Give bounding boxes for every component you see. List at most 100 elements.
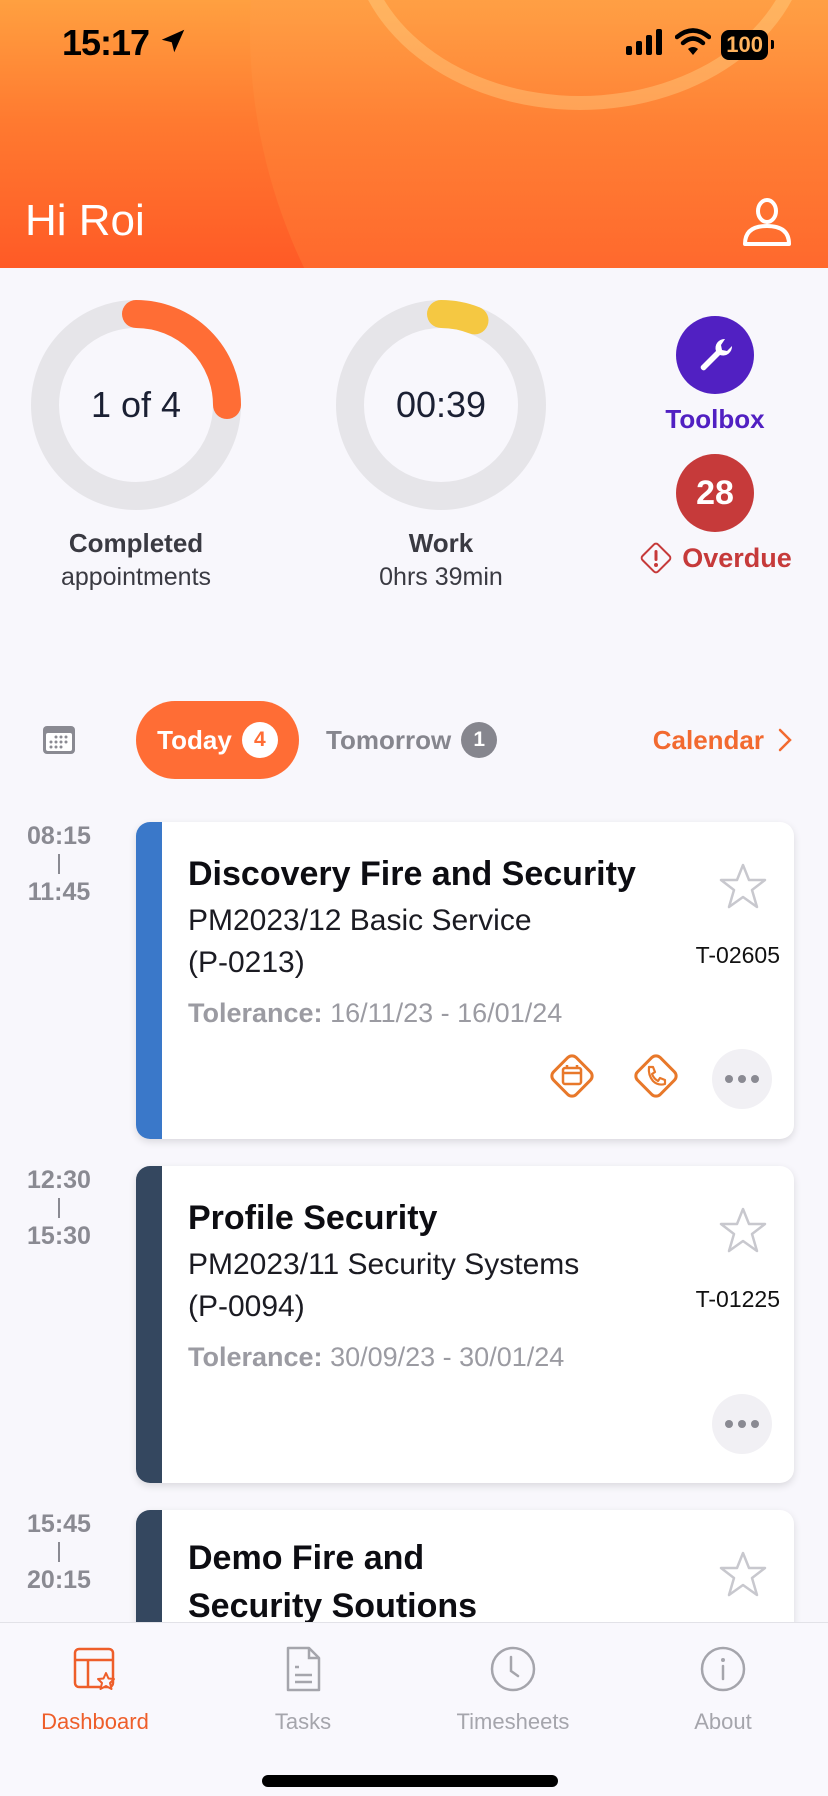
more-options-button[interactable] [712, 1048, 772, 1109]
card-ref: T-01225 [695, 1286, 780, 1312]
home-indicator[interactable] [262, 1775, 558, 1787]
card-ref: T-02605 [695, 942, 780, 968]
more-icon-dot [725, 1420, 733, 1428]
nav-dashboard[interactable]: Dashboard [10, 1639, 180, 1735]
info-icon [638, 1639, 808, 1699]
card-subtitle-line1: PM2023/12 Basic Service [188, 904, 532, 937]
completed-value: 1 of 4 [90, 384, 182, 425]
tab-today[interactable]: Today 4 [136, 701, 299, 779]
chevron-right-icon [778, 728, 792, 752]
work-stat[interactable]: 00:39 Work 0hrs 39min [336, 300, 546, 592]
more-icon-dot [751, 1074, 759, 1083]
card-accent [136, 822, 162, 1139]
star-icon[interactable] [718, 1550, 768, 1603]
nav-about[interactable]: About [638, 1639, 808, 1735]
card-tolerance: Tolerance: 16/11/23 - 16/01/24 [188, 998, 562, 1029]
date-tabs: Today 4 Tomorrow 1 Calendar [0, 700, 828, 780]
profile-button[interactable] [740, 198, 794, 248]
card-accent [136, 1166, 162, 1483]
tolerance-label: Tolerance: [188, 998, 323, 1028]
card-title: Demo Fire and Security Soutions [188, 1534, 688, 1630]
document-icon [218, 1639, 388, 1699]
overdue-button[interactable]: 28 Overdue [630, 454, 800, 576]
more-icon-dot [738, 1074, 746, 1083]
overdue-label: Overdue [682, 542, 792, 573]
completed-sublabel: appointments [60, 563, 212, 591]
calendar-link[interactable]: Calendar [653, 701, 792, 779]
nav-label: Dashboard [41, 1709, 149, 1734]
card-subtitle: PM2023/11 Security Systems (P-0094) [188, 1244, 668, 1328]
overdue-label-row: Overdue [630, 540, 800, 576]
appointment-time: 15:45 20:15 [0, 1508, 118, 1596]
toolbox-label: Toolbox [665, 404, 765, 434]
card-subtitle: PM2023/12 Basic Service (P-0213) [188, 900, 668, 984]
overdue-count: 28 [676, 454, 754, 532]
more-icon-dot [738, 1420, 746, 1428]
appointment-card[interactable]: Profile Security PM2023/11 Security Syst… [136, 1166, 794, 1483]
toolbox-circle [676, 316, 754, 394]
completed-ring: 1 of 4 [31, 300, 241, 510]
end-time: 20:15 [27, 1566, 91, 1594]
clock-icon [428, 1639, 598, 1699]
appointment-time: 08:15 11:45 [0, 820, 118, 908]
more-icon-dot [725, 1074, 733, 1083]
card-actions [544, 1048, 772, 1109]
nav-label: Tasks [274, 1709, 332, 1734]
nav-tasks[interactable]: Tasks [218, 1639, 388, 1735]
card-tolerance: Tolerance: 30/09/23 - 30/01/24 [188, 1342, 564, 1373]
calendar-grid-icon[interactable] [42, 725, 76, 760]
start-time: 15:45 [27, 1510, 91, 1538]
more-options-button[interactable] [712, 1394, 772, 1454]
start-time: 08:15 [27, 822, 91, 850]
appointment-card[interactable]: Discovery Fire and Security PM2023/12 Ba… [136, 822, 794, 1139]
location-arrow-icon [158, 26, 188, 61]
wrench-icon [700, 338, 733, 371]
card-title-line1: Demo Fire and [188, 1539, 425, 1577]
battery-indicator: 100 [721, 29, 774, 60]
end-time: 11:45 [27, 878, 91, 906]
time-separator [58, 854, 60, 874]
dashboard-icon [10, 1639, 180, 1699]
star-icon[interactable] [718, 862, 768, 915]
work-label: Work [408, 528, 474, 558]
tab-tomorrow[interactable]: Tomorrow 1 [326, 701, 498, 779]
card-actions [712, 1394, 772, 1454]
signal-icon [625, 29, 665, 60]
tolerance-value: 30/09/23 - 30/01/24 [330, 1342, 565, 1372]
status-time: 15:17 [62, 22, 150, 63]
work-ring: 00:39 [336, 300, 546, 510]
toolbox-button[interactable]: Toolbox [660, 316, 770, 435]
card-title: Profile Security [188, 1199, 438, 1237]
phone-icon[interactable] [628, 1048, 684, 1109]
completed-label: Completed [68, 528, 204, 558]
nav-label: About [694, 1709, 752, 1734]
end-time: 15:30 [27, 1222, 91, 1250]
card-title: Discovery Fire and Security [188, 855, 636, 893]
nav-label: Timesheets [456, 1709, 570, 1734]
work-sublabel: 0hrs 39min [379, 563, 503, 591]
bottom-nav: Dashboard Tasks Timesheets About [0, 1622, 828, 1796]
wifi-icon [675, 28, 712, 61]
greeting: Hi Roi [25, 196, 145, 245]
time-separator [58, 1198, 60, 1218]
tab-tomorrow-label: Tomorrow [326, 724, 452, 755]
card-subtitle-line2: (P-0094) [188, 1290, 305, 1323]
warning-icon [640, 542, 672, 574]
tolerance-value: 16/11/23 - 16/01/24 [330, 998, 563, 1028]
tab-today-badge: 4 [241, 722, 278, 758]
completed-stat[interactable]: 1 of 4 Completed appointments [31, 300, 241, 592]
time-separator [58, 1542, 60, 1562]
nav-timesheets[interactable]: Timesheets [428, 1639, 598, 1735]
tolerance-label: Tolerance: [188, 1342, 323, 1372]
appointment-time: 12:30 15:30 [0, 1164, 118, 1252]
calendar-icon[interactable] [544, 1048, 600, 1109]
start-time: 12:30 [27, 1166, 91, 1194]
status-indicators: 100 [625, 28, 774, 61]
more-icon-dot [751, 1420, 759, 1428]
card-subtitle-line2: (P-0213) [188, 946, 305, 979]
star-icon[interactable] [718, 1206, 768, 1259]
calendar-link-label: Calendar [652, 724, 764, 755]
user-icon [743, 198, 791, 246]
status-bar: 15:17 100 [0, 22, 828, 66]
tab-tomorrow-badge: 1 [461, 722, 498, 758]
